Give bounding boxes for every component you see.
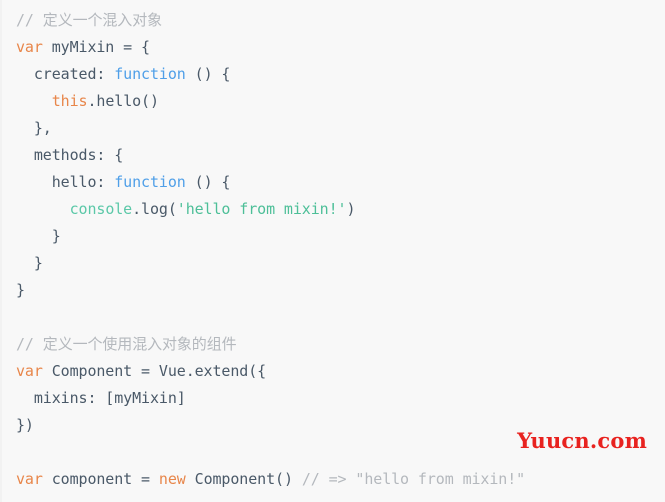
code-token-string: 'hello from mixin!' (176, 200, 347, 218)
code-block: // 定义一个混入对象 var myMixin = { created: func… (0, 0, 665, 502)
code-token-keyword: new (158, 470, 186, 488)
code-token-comment: // => "hello from mixin!" (301, 470, 526, 488)
code-line: hello: function () { (2, 169, 665, 196)
code-token-keyword: this (51, 92, 88, 110)
code-line: mixins: [myMixin] (2, 385, 665, 412)
code-token-plain: .log( (132, 200, 177, 218)
code-line: var component = new Component() // => "h… (2, 466, 665, 493)
code-line: }, (2, 115, 665, 142)
code-token-plain: myMixin = { (42, 38, 150, 56)
code-token-comment: // (16, 11, 43, 29)
code-token-function: function (114, 65, 186, 83)
code-token-plain: created: (16, 65, 115, 83)
code-line: console.log('hello from mixin!') (2, 196, 665, 223)
code-token-comment: // (16, 335, 43, 353)
code-line: created: function () { (2, 61, 665, 88)
code-token-plain: component = (42, 470, 159, 488)
code-token-plain: Component = Vue.extend({ (42, 362, 267, 380)
code-token-comment: 定义一个混入对象 (42, 11, 162, 29)
code-token-plain: }, (16, 119, 52, 137)
code-line: // 定义一个使用混入对象的组件 (2, 331, 665, 358)
code-line: var myMixin = { (2, 34, 665, 61)
code-token-plain: ) (346, 200, 356, 218)
code-token-keyword: var (16, 362, 43, 380)
code-token-plain: mixins: [myMixin] (16, 389, 186, 407)
code-token-comment: 定义一个使用混入对象的组件 (42, 335, 237, 353)
code-line-list: // 定义一个混入对象 var myMixin = { created: func… (2, 7, 665, 493)
code-line: } (2, 250, 665, 277)
code-line: methods: { (2, 142, 665, 169)
code-token-plain: .hello() (87, 92, 159, 110)
code-token-plain: }) (16, 416, 34, 434)
code-line: } (2, 223, 665, 250)
code-token-function: function (114, 173, 186, 191)
code-line: }) (2, 412, 665, 439)
code-line: var Component = Vue.extend({ (2, 358, 665, 385)
code-token-keyword: var (16, 38, 43, 56)
code-token-keyword: var (16, 470, 43, 488)
code-line: this.hello() (2, 88, 665, 115)
code-token-plain: } (16, 227, 61, 245)
code-line: } (2, 277, 665, 304)
code-token-plain: () { (185, 65, 231, 83)
code-token-plain: } (16, 281, 25, 299)
code-token-builtin: console (69, 200, 133, 218)
code-token-plain: hello: (16, 173, 115, 191)
code-token-plain: () { (185, 173, 231, 191)
code-token-plain: methods: { (16, 146, 124, 164)
code-token-plain: Component() (185, 470, 302, 488)
code-token-plain: } (16, 254, 43, 272)
code-line: // 定义一个混入对象 (2, 7, 665, 34)
